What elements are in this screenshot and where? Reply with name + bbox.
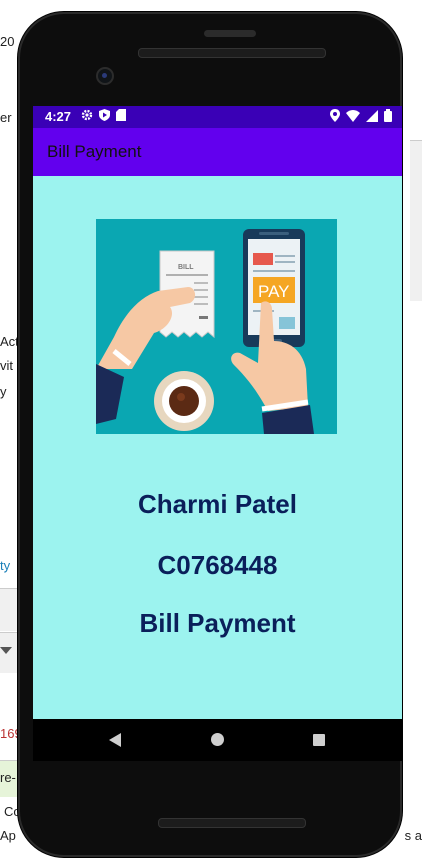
bill-payment-illustration: BILL PAY: [96, 219, 337, 434]
bill-label: BILL: [178, 264, 194, 271]
shield-icon: [99, 109, 110, 121]
pay-label: PAY: [258, 282, 290, 301]
smartphone-icon: PAY: [243, 229, 305, 347]
bg-text-8: re-: [0, 770, 16, 785]
bg-text-1: 20: [0, 34, 15, 49]
bg-text-3: Act: [0, 334, 19, 349]
bottom-speaker: [158, 818, 306, 828]
sd-card-icon: [116, 109, 126, 121]
app-bar: Bill Payment: [33, 128, 402, 176]
coffee-cup-icon: [154, 371, 214, 431]
gear-icon: [81, 109, 93, 121]
status-icons-right: [330, 109, 392, 122]
home-icon[interactable]: [211, 733, 224, 746]
bg-text-6: ty: [0, 558, 11, 573]
page-subtitle: Bill Payment: [139, 608, 296, 638]
student-id: C0768448: [157, 550, 278, 580]
student-name: Charmi Patel: [138, 489, 297, 519]
dropdown-icon[interactable]: [0, 647, 12, 654]
top-sensor: [204, 30, 256, 37]
battery-icon: [384, 109, 392, 122]
signal-icon: [366, 109, 378, 122]
bg-text-11: s a: [404, 828, 422, 843]
app-screen: 4:27 Bill Payment BILL PAY Charmi Patel …: [33, 106, 402, 719]
back-icon[interactable]: [109, 733, 121, 747]
recents-icon[interactable]: [313, 734, 325, 746]
bg-text-5: y: [0, 384, 7, 399]
status-time: 4:27: [45, 109, 72, 124]
status-icons-left: [81, 109, 126, 121]
front-camera: [96, 67, 114, 85]
location-icon: [330, 109, 340, 122]
bg-panel-right: [410, 140, 422, 301]
bg-text-4: vit: [0, 358, 13, 373]
navigation-bar: [33, 719, 402, 761]
bg-text-2: er: [0, 110, 12, 125]
app-bar-title: Bill Payment: [47, 142, 142, 161]
status-bar: 4:27: [33, 106, 402, 128]
bg-text-10: Ap: [0, 828, 16, 843]
wifi-icon: [346, 109, 360, 122]
earpiece-speaker: [138, 48, 326, 58]
